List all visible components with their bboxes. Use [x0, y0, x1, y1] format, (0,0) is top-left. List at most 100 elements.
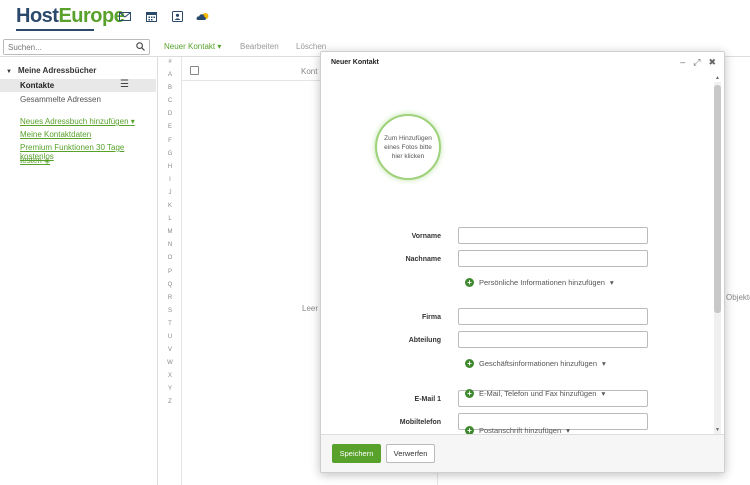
index-letter[interactable]: Q [160, 282, 180, 295]
caret-down-icon: ▾ [130, 117, 135, 126]
caret-down-icon: ▾ [602, 359, 606, 368]
index-letter[interactable]: R [160, 295, 180, 308]
index-letter[interactable]: X [160, 373, 180, 386]
search-icon[interactable] [136, 42, 145, 53]
collapse-triangle-icon[interactable]: ▼ [6, 69, 12, 75]
add-address-book-label: Neues Adressbuch hinzufügen [20, 117, 129, 126]
index-letter[interactable]: # [160, 59, 180, 72]
mobile-label: Mobiltelefon [399, 419, 441, 426]
discard-button[interactable]: Verwerfen [386, 444, 435, 463]
scroll-up-arrow-icon[interactable]: ▲ [715, 75, 720, 81]
index-letter[interactable]: L [160, 216, 180, 229]
maximize-icon[interactable]: ⤢ [693, 57, 700, 68]
add-photo-button[interactable]: Zum Hinzufügen eines Fotos bitte hier kl… [375, 114, 441, 180]
caret-down-icon: ▾ [601, 389, 606, 398]
cloud-icon[interactable] [196, 9, 210, 23]
dialog-title: Neuer Kontakt [331, 59, 379, 66]
hamburger-menu-icon[interactable]: ☰ [120, 79, 129, 90]
save-button[interactable]: Speichern [332, 444, 381, 463]
address-books-label: Meine Adressbücher [17, 66, 97, 75]
add-contact-info-link[interactable]: + E-Mail, Telefon und Fax hinzufügen ▾ [465, 389, 605, 398]
index-letter[interactable]: E [160, 124, 180, 137]
empty-list-text: Leer [302, 304, 319, 313]
add-address-book-link[interactable]: Neues Adressbuch hinzufügen ▾ [20, 117, 135, 126]
select-all-checkbox[interactable] [190, 66, 199, 75]
delete-button[interactable]: Löschen [296, 42, 326, 51]
index-letter[interactable]: S [160, 308, 180, 321]
index-letter[interactable]: P [160, 269, 180, 282]
divider [181, 57, 182, 485]
company-label: Firma [421, 314, 441, 321]
app-switcher [118, 9, 210, 23]
sidebar-item-contacts[interactable]: Kontakte ☰ [0, 79, 156, 92]
index-letter[interactable]: O [160, 255, 180, 268]
alphabet-index: # A B C D E F G H I J K L M N O P Q R S T U V W X Y Z [160, 59, 180, 413]
index-letter[interactable]: C [160, 98, 180, 111]
plus-circle-icon: + [465, 278, 474, 287]
new-contact-button[interactable]: Neuer Kontakt ▾ [164, 42, 221, 51]
scroll-down-arrow-icon[interactable]: ▼ [715, 427, 720, 433]
search-box[interactable] [3, 39, 150, 55]
dialog-footer: Speichern Verwerfen [321, 434, 724, 472]
index-letter[interactable]: Z [160, 399, 180, 412]
index-letter[interactable]: T [160, 321, 180, 334]
mail-icon[interactable] [118, 9, 132, 23]
objects-text: Objekte [726, 293, 750, 302]
address-books-heading[interactable]: ▼ Meine Adressbücher [6, 66, 96, 75]
index-letter[interactable]: F [160, 138, 180, 151]
index-letter[interactable]: V [160, 347, 180, 360]
add-personal-info-label: Persönliche Informationen hinzufügen [479, 278, 605, 287]
logo-underline [16, 29, 94, 31]
index-letter[interactable]: N [160, 242, 180, 255]
last-name-label: Nachname [405, 256, 441, 263]
scrollbar-thumb[interactable] [714, 85, 721, 313]
caret-down-icon: ▾ [217, 42, 222, 51]
index-letter[interactable]: A [160, 72, 180, 85]
first-name-field[interactable] [458, 227, 648, 244]
caret-down-icon: ▾ [609, 278, 614, 287]
calendar-icon[interactable] [144, 9, 158, 23]
contacts-icon[interactable] [170, 9, 184, 23]
dialog-controls: – ⤢ ✖ [680, 57, 716, 68]
department-label: Abteilung [408, 337, 441, 344]
index-letter[interactable]: D [160, 111, 180, 124]
diamond-icon: ◈ [44, 156, 51, 165]
company-field[interactable] [458, 308, 648, 325]
index-letter[interactable]: H [160, 164, 180, 177]
index-letter[interactable]: J [160, 190, 180, 203]
list-column-header: Kont [301, 67, 318, 76]
new-contact-label: Neuer Kontakt [164, 42, 216, 51]
index-letter[interactable]: U [160, 334, 180, 347]
index-letter[interactable]: B [160, 85, 180, 98]
index-letter[interactable]: K [160, 203, 180, 216]
my-contact-data-link[interactable]: Meine Kontaktdaten [20, 130, 91, 139]
edit-button[interactable]: Bearbeiten [240, 42, 279, 51]
last-name-field[interactable] [458, 250, 648, 267]
search-input[interactable] [4, 40, 124, 54]
index-letter[interactable]: I [160, 177, 180, 190]
plus-circle-icon: + [465, 389, 474, 398]
add-business-info-label: Geschäftsinformationen hinzufügen [479, 359, 597, 368]
index-letter[interactable]: G [160, 151, 180, 164]
premium-trial-link-continued[interactable]: testen ◈ [20, 156, 50, 165]
logo-main: Host [16, 5, 59, 27]
new-contact-dialog: Neuer Kontakt – ⤢ ✖ Zum Hinzufügen eines… [320, 51, 725, 473]
index-letter[interactable]: W [160, 360, 180, 373]
dialog-body: Zum Hinzufügen eines Fotos bitte hier kl… [321, 74, 725, 434]
minimize-icon[interactable]: – [680, 57, 685, 68]
plus-circle-icon: + [465, 359, 474, 368]
add-business-info-link[interactable]: + Geschäftsinformationen hinzufügen ▾ [465, 359, 606, 368]
close-icon[interactable]: ✖ [708, 57, 716, 68]
first-name-label: Vorname [411, 233, 441, 240]
sidebar-item-contacts-label: Kontakte [20, 81, 55, 90]
add-personal-info-link[interactable]: + Persönliche Informationen hinzufügen ▾ [465, 278, 614, 287]
add-contact-info-label: E-Mail, Telefon und Fax hinzufügen [479, 389, 597, 398]
index-letter[interactable]: M [160, 229, 180, 242]
premium-trial-label: testen [20, 156, 42, 165]
logo[interactable]: HostEurope [16, 5, 125, 28]
top-header: HostEurope [0, 0, 750, 36]
index-letter[interactable]: Y [160, 386, 180, 399]
sidebar-item-collected[interactable]: Gesammelte Adressen [20, 95, 101, 104]
department-field[interactable] [458, 331, 648, 348]
logo-accent: Europe [58, 5, 125, 27]
